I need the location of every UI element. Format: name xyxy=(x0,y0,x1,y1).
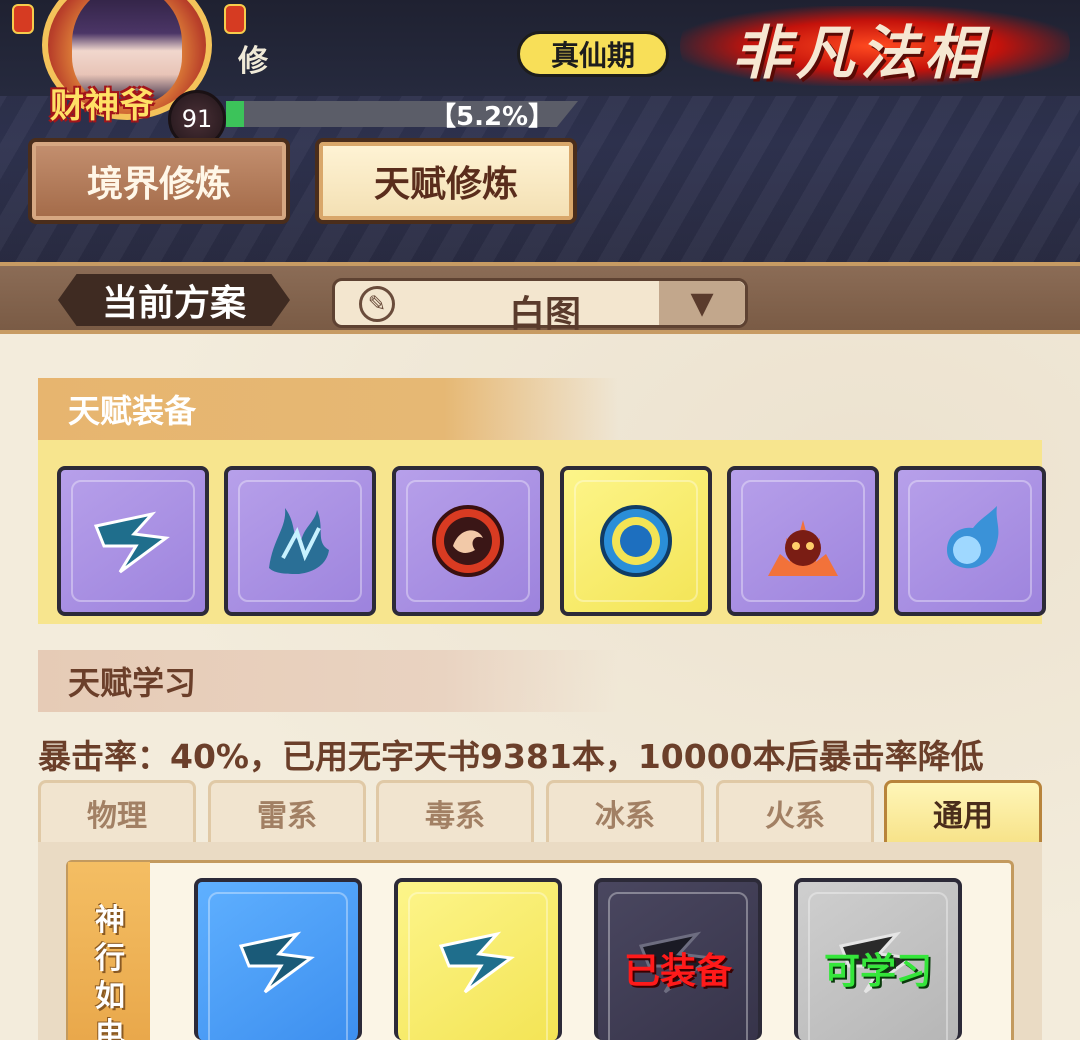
dragon-seal-icon xyxy=(425,498,511,584)
chevron-down-icon[interactable]: ▼ xyxy=(659,281,745,325)
plan-bar: 当前方案 ✎ 白图 ▼ xyxy=(0,262,1080,335)
lantern-icon xyxy=(224,4,246,34)
status-badge-equipped: 已装备 xyxy=(623,951,732,992)
tab-realm-training[interactable]: 境界修炼 xyxy=(28,138,290,224)
tab-fire[interactable]: 火系 xyxy=(716,780,874,842)
skill-slot-3[interactable]: 已装备 xyxy=(594,878,762,1040)
status-badge-learnable: 可学习 xyxy=(823,951,932,992)
lantern-icon xyxy=(12,4,34,34)
skill-slot-2[interactable] xyxy=(394,878,562,1040)
tab-physical[interactable]: 物理 xyxy=(38,780,196,842)
equip-slot-6[interactable] xyxy=(894,466,1046,616)
blue-flame-script-icon xyxy=(257,498,343,584)
equip-slot-4[interactable] xyxy=(560,466,712,616)
equip-slot-2[interactable] xyxy=(224,466,376,616)
lightning-claw-icon xyxy=(235,918,321,1004)
fire-demon-icon xyxy=(760,498,846,584)
tab-talent-training[interactable]: 天赋修炼 xyxy=(315,138,577,224)
lightning-claw-icon xyxy=(435,918,521,1004)
brush-icon[interactable]: ✎ xyxy=(359,286,395,322)
realm-badge: 真仙期 xyxy=(517,31,669,77)
avatar-caption: 财神爷 xyxy=(50,88,155,125)
exp-bar-fill xyxy=(226,101,245,127)
plan-selector[interactable]: ✎ 白图 ▼ xyxy=(332,278,748,335)
equip-section-title: 天赋装备 xyxy=(38,378,618,440)
lightning-claw-icon xyxy=(90,498,176,584)
tab-general[interactable]: 通用 xyxy=(884,780,1042,842)
tab-poison[interactable]: 毒系 xyxy=(376,780,534,842)
plan-value: 白图 xyxy=(508,294,581,335)
learn-section-title: 天赋学习 xyxy=(38,650,618,712)
tab-thunder[interactable]: 雷系 xyxy=(208,780,366,842)
equip-slot-1[interactable] xyxy=(57,466,209,616)
player-name: 修 xyxy=(238,44,268,79)
water-ring-icon xyxy=(593,498,679,584)
crit-rate-info: 暴击率：40%，已用无字天书9381本，10000本后暴击率降低 xyxy=(38,737,984,776)
skill-slot-1[interactable] xyxy=(194,878,362,1040)
equip-slot-3[interactable] xyxy=(392,466,544,616)
plan-label: 当前方案 xyxy=(58,274,290,326)
equip-slot-5[interactable] xyxy=(727,466,879,616)
blue-fireball-icon xyxy=(927,498,1013,584)
tab-ice[interactable]: 冰系 xyxy=(546,780,704,842)
skill-slot-4[interactable]: 可学习 xyxy=(794,878,962,1040)
skill-row-label: 神行如电 xyxy=(95,903,125,1040)
exp-percent: 【5.2%】 xyxy=(430,102,555,132)
title-art-text: 非凡法相 xyxy=(732,21,989,86)
title-art-banner: 非凡法相 xyxy=(680,0,1080,96)
